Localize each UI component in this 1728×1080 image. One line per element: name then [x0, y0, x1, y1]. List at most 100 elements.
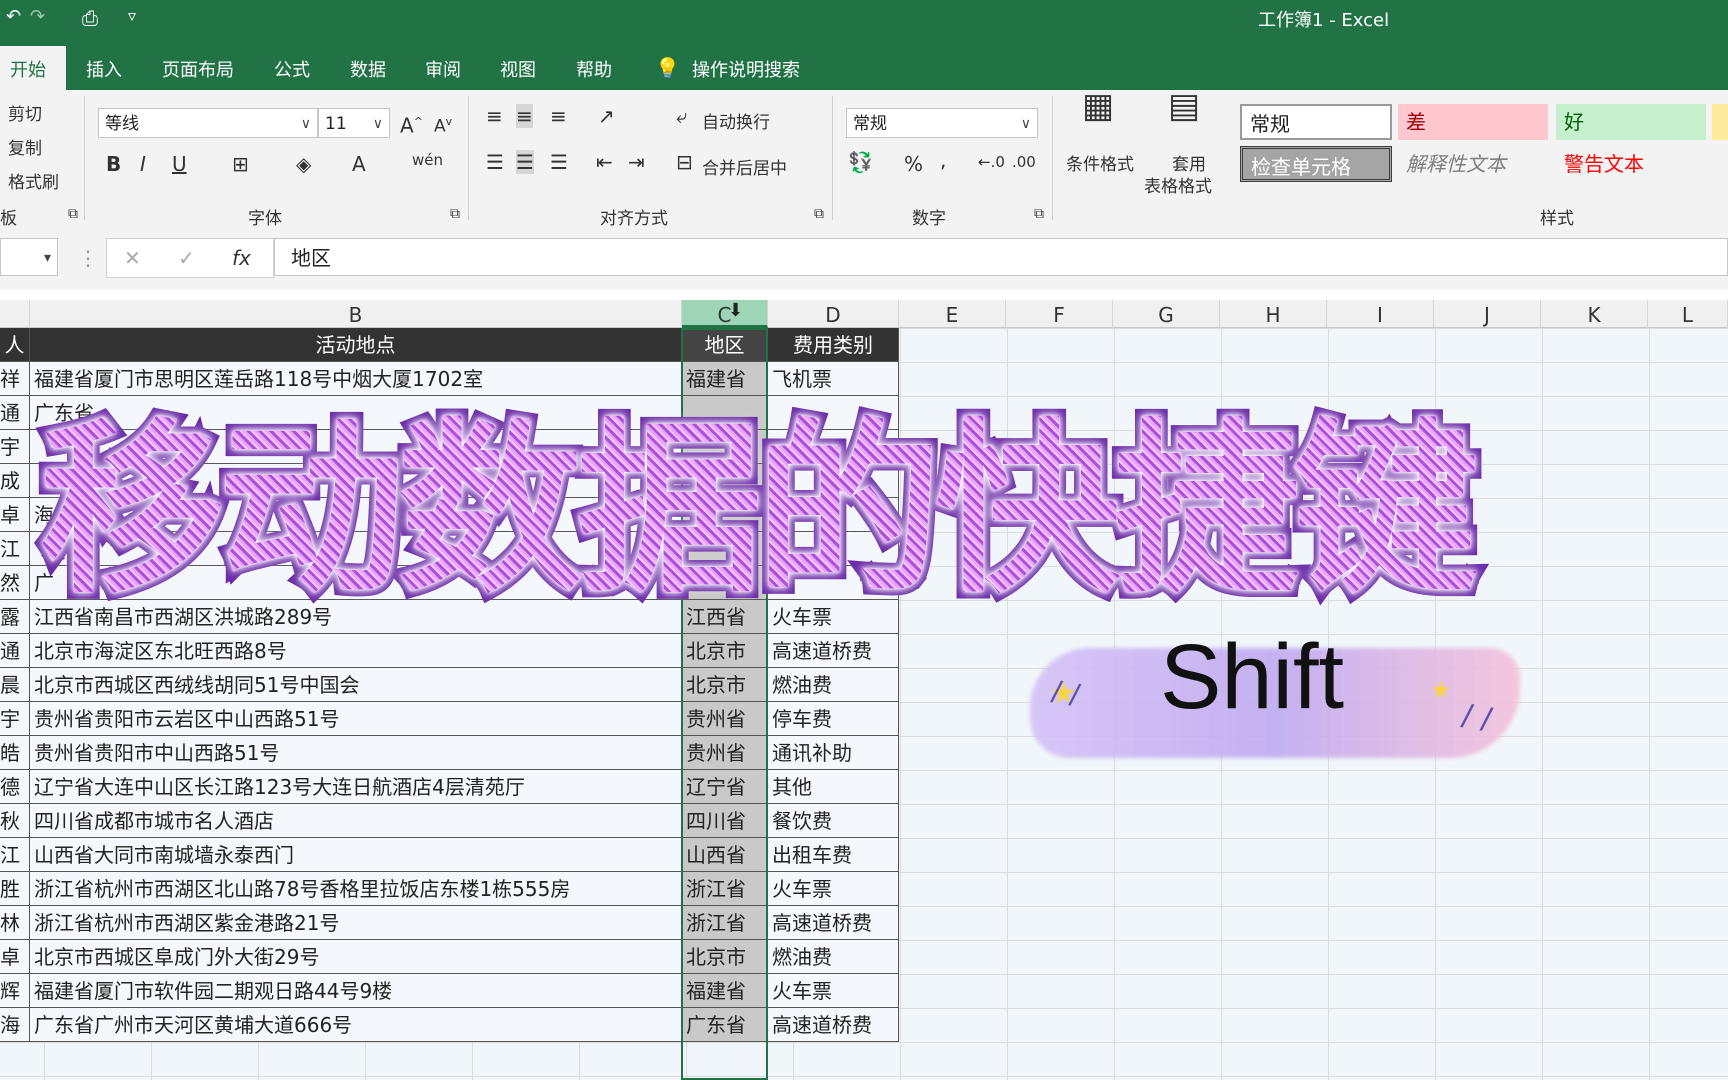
cell-expense-type[interactable]: 燃油费 — [768, 668, 899, 702]
fill-color-icon[interactable]: ◈ — [296, 152, 311, 176]
name-box[interactable]: ▾ — [0, 238, 58, 276]
cell-region[interactable]: 北京市 — [682, 940, 768, 974]
style-neutral[interactable] — [1712, 104, 1728, 140]
cell-name[interactable]: 然 — [0, 566, 30, 600]
column-header-h[interactable]: H — [1220, 300, 1327, 328]
cell-name[interactable]: 成 — [0, 464, 30, 498]
cell-expense-type[interactable]: 飞机票 — [768, 362, 899, 396]
tab-page-layout[interactable]: 页面布局 — [162, 56, 234, 82]
align-bottom-icon[interactable]: ≡ — [550, 104, 567, 128]
comma-button[interactable]: , — [940, 148, 946, 172]
increase-decimal-icon[interactable]: ←.0 — [978, 150, 1005, 174]
cell-name[interactable]: 皓 — [0, 736, 30, 770]
column-header-f[interactable]: F — [1006, 300, 1113, 328]
tab-data[interactable]: 数据 — [350, 56, 386, 82]
decrease-font-icon[interactable]: Av — [434, 110, 452, 139]
column-header-c[interactable]: C — [682, 300, 768, 328]
format-as-table-label-2[interactable]: 表格格式 — [1144, 172, 1212, 197]
cell-location[interactable]: 贵州省贵阳市云岩区中山西路51号 — [30, 702, 682, 736]
cell-name[interactable]: 江 — [0, 838, 30, 872]
column-header-i[interactable]: I — [1327, 300, 1434, 328]
conditional-format-button[interactable]: 条件格式 — [1066, 150, 1134, 175]
cell-expense-type[interactable]: 通讯补助 — [768, 736, 899, 770]
percent-button[interactable]: % — [904, 152, 923, 176]
currency-icon[interactable]: 💱 — [848, 150, 873, 174]
style-calculation[interactable] — [1712, 146, 1728, 182]
increase-indent-icon[interactable]: ⇥ — [628, 150, 645, 174]
format-as-table-icon[interactable]: ▤ — [1168, 89, 1200, 123]
phonetic-button[interactable]: wén — [412, 148, 443, 172]
cell-region[interactable]: 浙江省 — [682, 872, 768, 906]
undo-icon[interactable]: ↶ — [6, 6, 21, 27]
cell-name[interactable]: 胜 — [0, 872, 30, 906]
cell-name[interactable]: 祥 — [0, 362, 30, 396]
style-good[interactable]: 好 — [1556, 104, 1706, 140]
italic-button[interactable]: I — [140, 152, 146, 176]
decrease-decimal-icon[interactable]: .00 — [1012, 150, 1036, 174]
cell-name[interactable]: 秋 — [0, 804, 30, 838]
column-header-l[interactable]: L — [1648, 300, 1728, 328]
cell-location[interactable]: 山西省大同市南城墙永泰西门 — [30, 838, 682, 872]
cell-name[interactable]: 晨 — [0, 668, 30, 702]
column-header-k[interactable]: K — [1541, 300, 1648, 328]
style-normal[interactable]: 常规 — [1240, 104, 1392, 140]
cell-location[interactable]: 福建省厦门市思明区莲岳路118号中烟大厦1702室 — [30, 362, 682, 396]
orientation-icon[interactable]: ↗ — [598, 104, 615, 128]
wrap-text-icon[interactable]: ⤶ — [676, 104, 687, 128]
cell-location[interactable]: 北京市海淀区东北旺西路8号 — [30, 634, 682, 668]
style-warning[interactable]: 警告文本 — [1556, 146, 1706, 182]
cell-name[interactable]: 德 — [0, 770, 30, 804]
cell-expense-type[interactable]: 餐饮费 — [768, 804, 899, 838]
cell-expense-type[interactable]: 高速道桥费 — [768, 906, 899, 940]
formula-input[interactable]: 地区 — [274, 238, 1728, 276]
cell-name[interactable]: 露 — [0, 600, 30, 634]
header-cell-region[interactable]: 地区 — [682, 328, 768, 362]
cell-name[interactable]: 辉 — [0, 974, 30, 1008]
redo-icon[interactable]: ↷ — [30, 6, 45, 27]
tab-review[interactable]: 审阅 — [425, 56, 461, 82]
dialog-launcher-icon[interactable]: ⧉ — [814, 202, 824, 226]
format-painter-button[interactable]: 格式刷 — [8, 168, 59, 193]
tell-me-search[interactable]: 操作说明搜索 — [692, 56, 800, 82]
cell-location[interactable]: 福建省厦门市软件园二期观日路44号9楼 — [30, 974, 682, 1008]
dialog-launcher-icon[interactable]: ⧉ — [1034, 202, 1044, 226]
cell-region[interactable]: 福建省 — [682, 362, 768, 396]
cell-location[interactable]: 浙江省杭州市西湖区北山路78号香格里拉饭店东楼1栋555房 — [30, 872, 682, 906]
align-right-icon[interactable]: ☰ — [550, 150, 568, 174]
column-header-e[interactable]: E — [899, 300, 1006, 328]
insert-function-icon[interactable]: fx — [232, 246, 251, 270]
cell-name[interactable]: 通 — [0, 634, 30, 668]
cell-expense-type[interactable]: 高速道桥费 — [768, 1008, 899, 1042]
cell-expense-type[interactable]: 出租车费 — [768, 838, 899, 872]
align-top-icon[interactable]: ≡ — [486, 104, 503, 128]
cell-expense-type[interactable]: 火车票 — [768, 974, 899, 1008]
style-explanatory[interactable]: 解释性文本 — [1398, 146, 1548, 182]
wrap-text-button[interactable]: 自动换行 — [702, 108, 770, 133]
tab-home[interactable]: 开始 — [10, 56, 46, 82]
cell-region[interactable]: 贵州省 — [682, 736, 768, 770]
cell-region[interactable]: 福建省 — [682, 974, 768, 1008]
copy-button[interactable]: 复制 — [8, 134, 42, 159]
cell-region[interactable]: 浙江省 — [682, 906, 768, 940]
font-size-select[interactable]: 11 ∨ — [318, 108, 390, 138]
header-cell-location[interactable]: 活动地点 — [30, 328, 682, 362]
cancel-icon[interactable]: ✕ — [124, 246, 141, 270]
style-check-cell[interactable]: 检查单元格 — [1240, 146, 1392, 182]
font-name-select[interactable]: 等线 ∨ — [98, 108, 318, 138]
borders-icon[interactable]: ⊞ — [232, 152, 249, 176]
cell-location[interactable]: 辽宁省大连中山区长江路123号大连日航酒店4层清苑厅 — [30, 770, 682, 804]
underline-button[interactable]: U — [172, 152, 187, 176]
cell-name[interactable]: 宇 — [0, 702, 30, 736]
bold-button[interactable]: B — [106, 152, 121, 176]
customize-toolbar-icon[interactable]: ▿ — [128, 6, 136, 25]
print-preview-icon[interactable]: ⎙ — [82, 6, 98, 30]
cell-name[interactable]: 海 — [0, 1008, 30, 1042]
cell-region[interactable]: 四川省 — [682, 804, 768, 838]
cell-location[interactable]: 四川省成都市城市名人酒店 — [30, 804, 682, 838]
header-cell-a[interactable]: 人 — [0, 328, 30, 362]
cell-location[interactable]: 贵州省贵阳市中山西路51号 — [30, 736, 682, 770]
column-header-j[interactable]: J — [1434, 300, 1541, 328]
cell-location[interactable]: 浙江省杭州市西湖区紫金港路21号 — [30, 906, 682, 940]
column-header-g[interactable]: G — [1113, 300, 1220, 328]
increase-font-icon[interactable]: A^ — [400, 110, 423, 138]
